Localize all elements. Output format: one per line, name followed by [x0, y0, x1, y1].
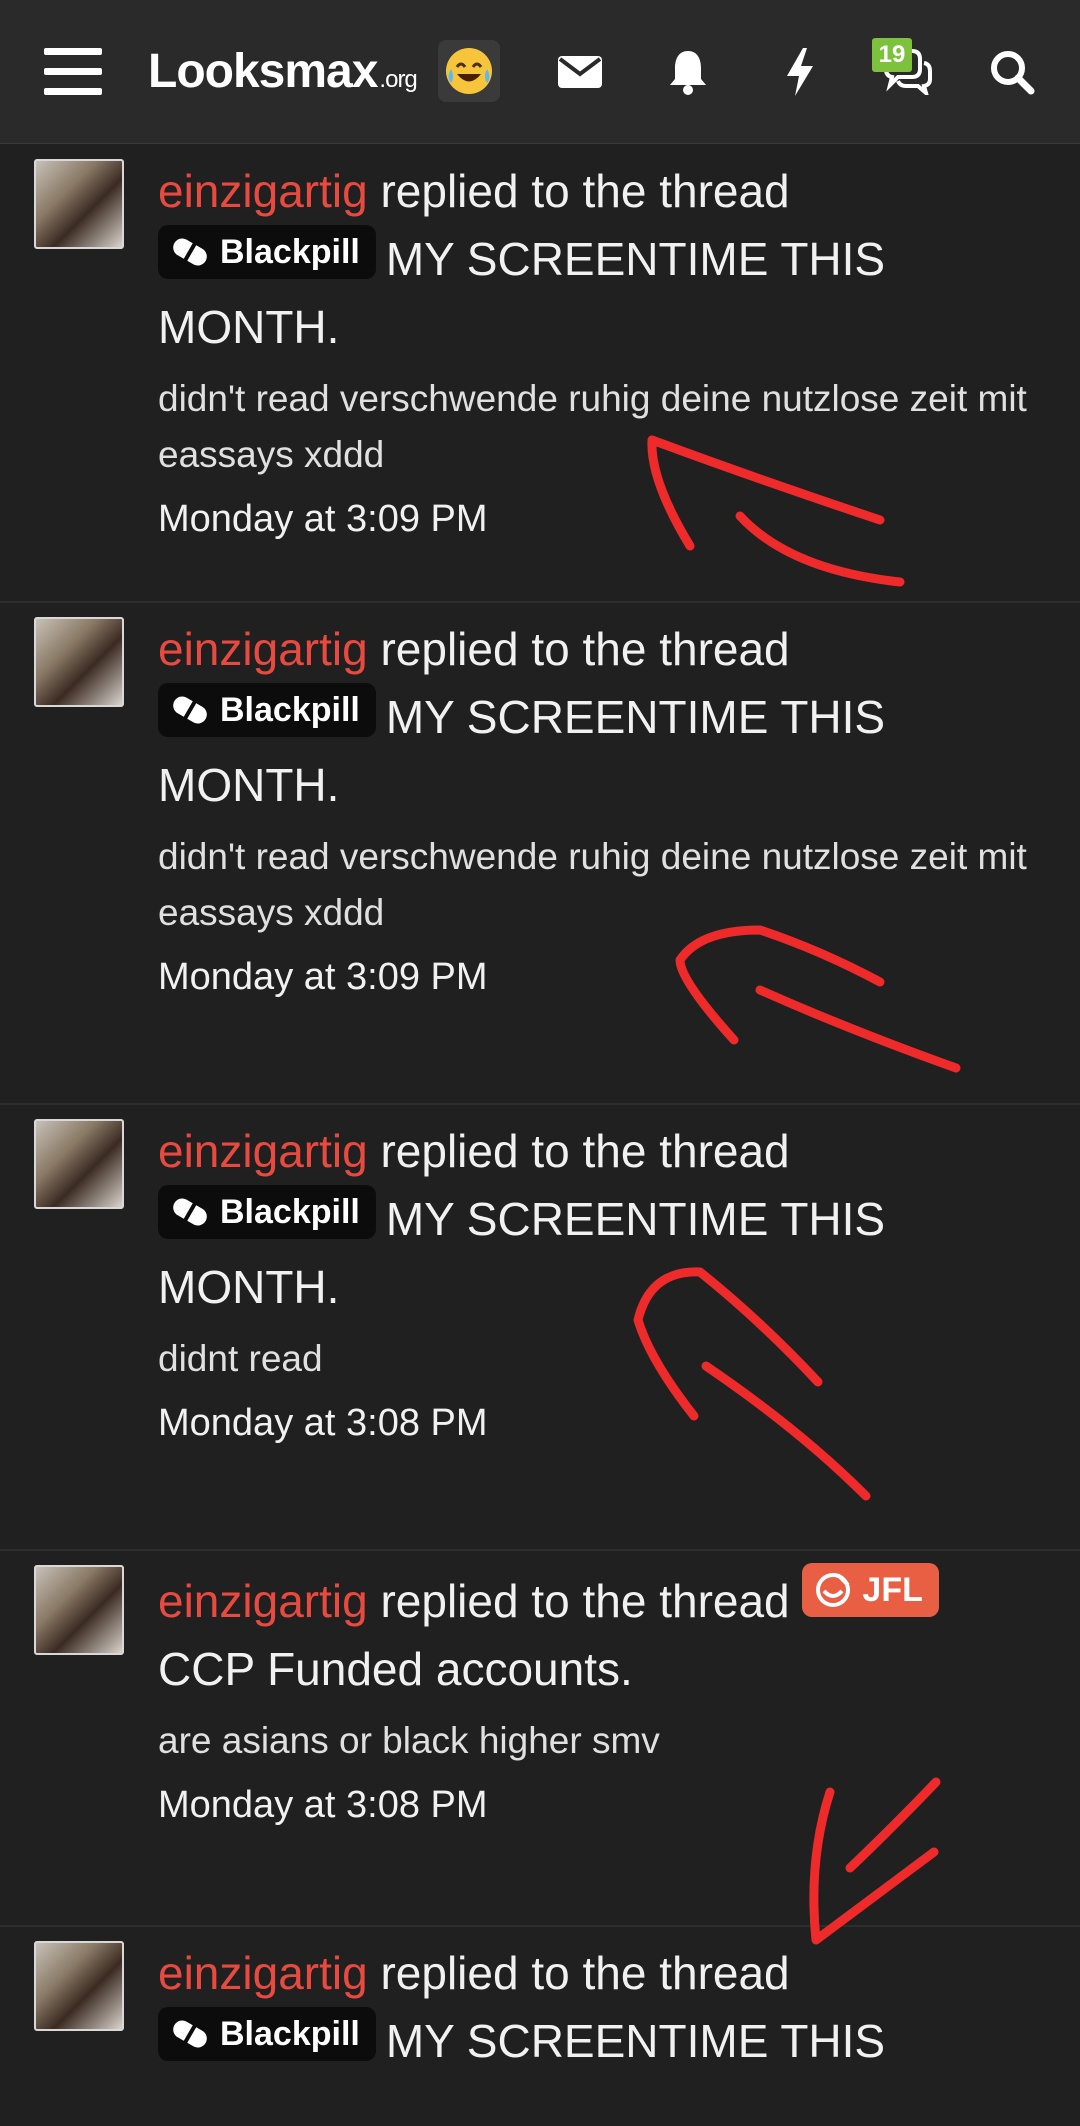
activity-headline: einzigartig replied to the thread JFL: [158, 1563, 1060, 1635]
activity-feed: einzigartig replied to the thread Blackp…: [0, 145, 1080, 2126]
reply-snippet: didnt read: [158, 1338, 323, 1379]
lightning-bolt-icon[interactable]: [768, 40, 832, 104]
pill-icon: [173, 238, 207, 266]
timestamp[interactable]: Monday at 3:08 PM: [158, 1777, 1060, 1833]
activity-headline: einzigartig replied to the thread: [158, 1117, 1060, 1185]
thread-prefix-badge[interactable]: Blackpill: [158, 225, 376, 279]
action-text: replied to the thread: [380, 1125, 790, 1177]
pill-icon: [173, 696, 207, 724]
activity-item[interactable]: einzigartig replied to the thread Blackp…: [0, 1927, 1080, 2126]
thread-title-link[interactable]: Blackpill MY SCREENTIME THIS MONTH.: [158, 1185, 1060, 1321]
prefix-label: Blackpill: [220, 233, 360, 271]
page: Lооksmax .org 19 einzigartig replied to …: [0, 0, 1080, 2126]
pill-icon: [173, 2020, 207, 2048]
user-avatar[interactable]: [34, 159, 124, 249]
logo-tld-text: .org: [379, 66, 417, 93]
user-avatar[interactable]: [34, 1941, 124, 2031]
thread-title-text: MY SCREENTIME THIS: [385, 2015, 886, 2067]
prefix-label: Blackpill: [220, 2015, 360, 2053]
reply-snippet: are asians or black higher smv: [158, 1720, 660, 1761]
top-navigation-bar: Lооksmax .org 19: [0, 0, 1080, 144]
bell-icon[interactable]: [656, 40, 720, 104]
timestamp[interactable]: Monday at 3:09 PM: [158, 949, 1060, 1005]
laughing-crying-emoji-icon[interactable]: [438, 40, 500, 102]
activity-item[interactable]: einzigartig replied to the thread Blackp…: [0, 145, 1080, 603]
activity-headline: einzigartig replied to the thread: [158, 615, 1060, 683]
activity-item[interactable]: einzigartig replied to the thread Blackp…: [0, 1105, 1080, 1551]
activity-headline: einzigartig replied to the thread: [158, 1939, 1060, 2007]
thread-prefix-badge[interactable]: JFL: [802, 1563, 939, 1617]
username-link[interactable]: einzigartig: [158, 1575, 368, 1627]
hamburger-menu-icon[interactable]: [44, 48, 102, 96]
user-avatar[interactable]: [34, 1565, 124, 1655]
reply-snippet: didn't read verschwende ruhig deine nutz…: [158, 378, 1027, 475]
user-avatar[interactable]: [34, 617, 124, 707]
activity-item[interactable]: einzigartig replied to the thread JFL CC…: [0, 1551, 1080, 1927]
envelope-icon[interactable]: [548, 40, 612, 104]
prefix-label: Blackpill: [220, 691, 360, 729]
thread-prefix-badge[interactable]: Blackpill: [158, 1185, 376, 1239]
action-text: replied to the thread: [380, 165, 790, 217]
user-avatar[interactable]: [34, 1119, 124, 1209]
thread-prefix-badge[interactable]: Blackpill: [158, 683, 376, 737]
thread-prefix-badge[interactable]: Blackpill: [158, 2007, 376, 2061]
action-text: replied to the thread: [380, 623, 790, 675]
thread-title-link[interactable]: Blackpill MY SCREENTIME THIS MONTH.: [158, 683, 1060, 819]
activity-headline: einzigartig replied to the thread: [158, 157, 1060, 225]
prefix-label: Blackpill: [220, 1193, 360, 1231]
thread-title-link[interactable]: Blackpill MY SCREENTIME THIS MONTH.: [158, 225, 1060, 361]
username-link[interactable]: einzigartig: [158, 1947, 368, 1999]
username-link[interactable]: einzigartig: [158, 623, 368, 675]
action-text: replied to the thread: [380, 1575, 790, 1627]
site-logo[interactable]: Lооksmax .org: [148, 44, 418, 99]
pill-icon: [173, 1198, 207, 1226]
timestamp[interactable]: Monday at 3:09 PM: [158, 491, 1060, 547]
logo-main-text: Lооksmax: [148, 45, 378, 98]
username-link[interactable]: einzigartig: [158, 165, 368, 217]
timestamp[interactable]: Monday at 3:08 PM: [158, 1395, 1060, 1451]
reply-snippet: didn't read verschwende ruhig deine nutz…: [158, 836, 1027, 933]
thread-title-link[interactable]: CCP Funded accounts.: [158, 1635, 1060, 1703]
username-link[interactable]: einzigartig: [158, 1125, 368, 1177]
activity-item[interactable]: einzigartig replied to the thread Blackp…: [0, 603, 1080, 1105]
thread-title-link[interactable]: Blackpill MY SCREENTIME THIS: [158, 2007, 1060, 2075]
action-text: replied to the thread: [380, 1947, 790, 1999]
search-icon[interactable]: [980, 40, 1044, 104]
conversations-count-badge: 19: [872, 38, 912, 72]
jfl-laughing-icon: [816, 1573, 851, 1607]
prefix-label: JFL: [862, 1571, 923, 1609]
